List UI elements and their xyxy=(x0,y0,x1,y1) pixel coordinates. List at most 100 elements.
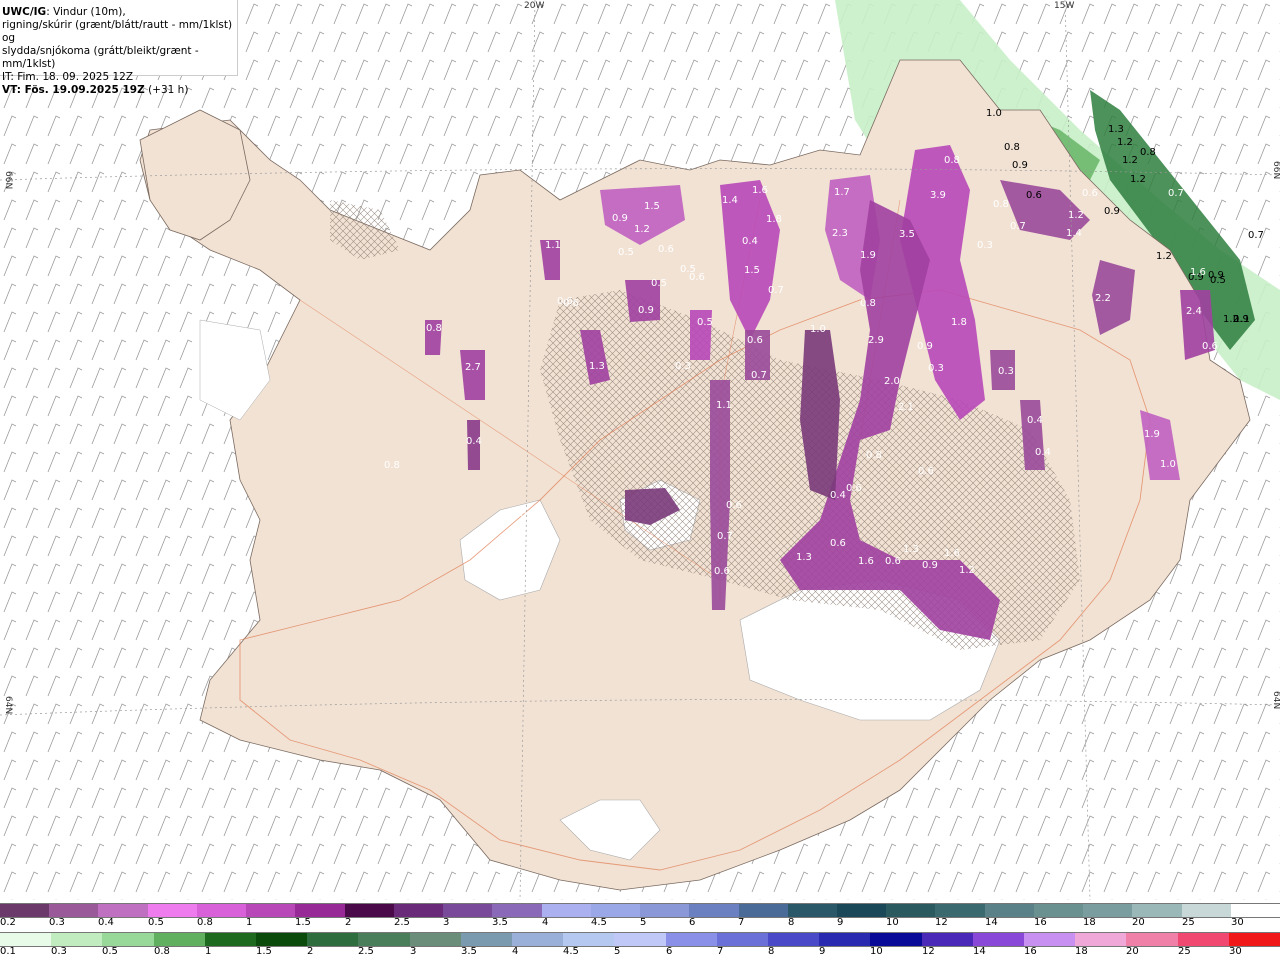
precip-value-label: 0.9 xyxy=(1104,206,1120,217)
precip-value-label: 1.4 xyxy=(722,195,738,206)
legend-swatch xyxy=(153,933,205,946)
precip-value-label: 1.3 xyxy=(903,544,919,555)
legend-tick-label: 25 xyxy=(1178,946,1191,957)
title-snow: slydda/snjókoma (grátt/bleikt/grænt - mm… xyxy=(2,45,199,70)
legend-tick-label: 5 xyxy=(614,946,621,957)
precip-value-label: 0.4 xyxy=(1035,447,1051,458)
legend-tick-label: 0.5 xyxy=(148,917,164,928)
legend-tick-label: 2.5 xyxy=(358,946,374,957)
precip-value-label: 1.2 xyxy=(1117,137,1133,148)
precip-value-label: 1.3 xyxy=(1108,124,1124,135)
legend-swatch xyxy=(768,933,820,946)
legend-swatch xyxy=(972,933,1025,946)
legend-snow-swatches xyxy=(0,903,1280,918)
weather-map[interactable]: 20W 15W 66N 64N 66N 64N 1.0 0.8 0.9 1.3 1.2 0… xyxy=(0,0,1280,900)
legend-tick-label: 2.5 xyxy=(394,917,410,928)
legend-swatch xyxy=(358,933,410,946)
legend-swatch xyxy=(443,904,493,917)
precip-value-label: 0.5 xyxy=(697,317,713,328)
precip-value-label: 1.2 xyxy=(1068,210,1084,221)
precip-value-label: 3.9 xyxy=(930,190,946,201)
precip-value-label: 0.6 xyxy=(1202,341,1218,352)
legend-tick-label: 4.5 xyxy=(563,946,579,957)
precip-value-label: 0.6 xyxy=(658,244,674,255)
legend-swatch xyxy=(1228,933,1280,946)
precip-value-label: 2.7 xyxy=(465,362,481,373)
legend-tick-label: 0.3 xyxy=(51,946,67,957)
precip-value-label: 0.9 xyxy=(638,305,654,316)
precip-value-label: 0.6 xyxy=(830,538,846,549)
precip-value-label: 0.7 xyxy=(1168,188,1184,199)
precip-value-label: 0.4 xyxy=(742,236,758,247)
legend-snow: 0.2 0.3 0.4 0.5 0.8 1 1.5 2 2.5 3 3.5 4 4.5 5 6 7 8 9 10 12… xyxy=(0,901,1280,931)
legend-swatch xyxy=(256,933,308,946)
legend-swatch xyxy=(49,904,99,917)
legend-swatch xyxy=(935,904,985,917)
precip-value-label: 0.6 xyxy=(1026,190,1042,201)
legend-tick-label: 30 xyxy=(1229,946,1242,957)
legend-swatch xyxy=(307,933,359,946)
precip-value-label: 0.4 xyxy=(1027,415,1043,426)
precip-value-label: 0.7 xyxy=(768,285,784,296)
precip-value-label: 0.6 xyxy=(557,296,573,307)
precip-value-label: 1.6 xyxy=(1190,267,1206,278)
legend-tick-label: 7 xyxy=(738,917,745,928)
precip-value-label: 3.5 xyxy=(899,229,915,240)
legend-tick-label: 18 xyxy=(1083,917,1096,928)
lat-label-66n-right: 66N xyxy=(1271,161,1280,179)
precip-value-label: 0.8 xyxy=(944,155,960,166)
precip-value-label: 0.7 xyxy=(1248,230,1264,241)
legend-tick-label: 4.5 xyxy=(591,917,607,928)
precip-value-label: 1.2 xyxy=(1122,155,1138,166)
precip-value-label: 0.3 xyxy=(675,361,691,372)
lat-label-66n-left: 66N xyxy=(3,171,13,189)
precip-value-label: 0.8 xyxy=(993,199,1009,210)
legend-swatch xyxy=(819,933,871,946)
legend-tick-label: 14 xyxy=(985,917,998,928)
precip-value-label: 0.9 xyxy=(922,560,938,571)
precip-value-label: 0.9 xyxy=(917,341,933,352)
legend-swatch xyxy=(787,904,837,917)
precip-value-label: 1.8 xyxy=(951,317,967,328)
legend-swatch xyxy=(295,904,345,917)
precip-value-label: 0.8 xyxy=(384,460,400,471)
legend-swatch xyxy=(1033,904,1084,917)
legend-swatch xyxy=(1177,933,1229,946)
precip-value-label: 0.6 xyxy=(885,556,901,567)
legend-tick-label: 5 xyxy=(640,917,647,928)
legend-swatch xyxy=(512,933,564,946)
lon-label-15w: 15W xyxy=(1054,1,1074,11)
precip-value-label: 0.5 xyxy=(520,509,536,520)
precip-value-label: 2.4 xyxy=(1186,306,1202,317)
precip-value-label: 1.4 xyxy=(1066,228,1082,239)
legend-tick-label: 4 xyxy=(512,946,519,957)
legend-tick-label: 20 xyxy=(1126,946,1139,957)
legend-tick-label: 0.8 xyxy=(154,946,170,957)
precip-value-label: 1.6 xyxy=(858,556,874,567)
precip-value-label: 1.9 xyxy=(1144,429,1160,440)
precip-value-label: 0.5 xyxy=(618,247,634,258)
precip-value-label: 1.5 xyxy=(744,265,760,276)
precip-value-label: 1.2 xyxy=(1130,174,1146,185)
precip-value-label: 0.6 xyxy=(747,335,763,346)
legend-tick-label: 16 xyxy=(1034,917,1047,928)
precip-value-label: 0.8 xyxy=(1140,147,1156,158)
legend-tick-label: 6 xyxy=(666,946,673,957)
precip-value-label: 0.3 xyxy=(998,366,1014,377)
legend-snow-ticks: 0.2 0.3 0.4 0.5 0.8 1 1.5 2 2.5 3 3.5 4 4.5 5 6 7 8 9 10 12… xyxy=(0,917,1280,930)
legend-tick-label: 1.5 xyxy=(256,946,272,957)
precip-value-label: 0.8 xyxy=(426,323,442,334)
precip-value-label: 0.6 xyxy=(918,466,934,477)
legend-swatch xyxy=(870,933,922,946)
legend-tick-label: 25 xyxy=(1182,917,1195,928)
legend-swatch xyxy=(1126,933,1178,946)
legend-tick-label: 0.4 xyxy=(98,917,114,928)
legend-tick-label: 1 xyxy=(205,946,212,957)
legend-tick-label: 2 xyxy=(307,946,314,957)
legend-swatch xyxy=(492,904,542,917)
precip-value-label: 1.0 xyxy=(1160,459,1176,470)
legend-swatch xyxy=(886,904,936,917)
precip-value-label: 1.3 xyxy=(589,361,605,372)
legend-swatch xyxy=(984,904,1034,917)
legend-tick-label: 1 xyxy=(246,917,253,928)
